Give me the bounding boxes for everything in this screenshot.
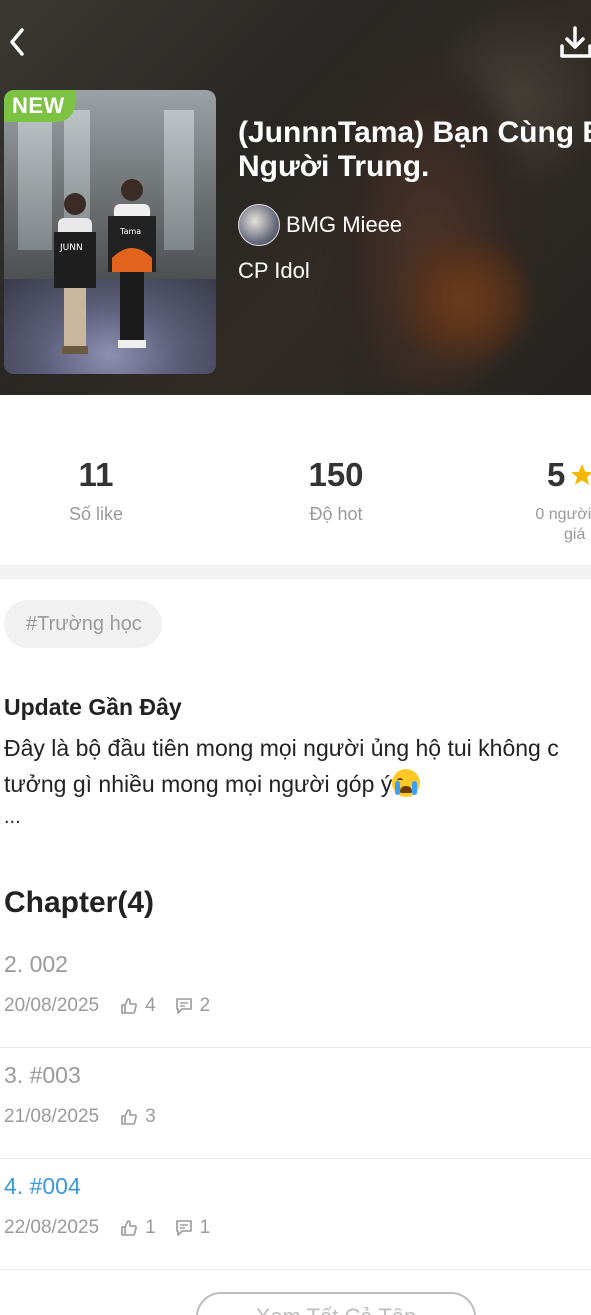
chapter-comments: 1	[199, 1217, 211, 1238]
story-title: (JunnnTama) Bạn Cùng B Người Trung.	[238, 116, 591, 183]
likes-label: Số like	[68, 504, 124, 524]
avatar[interactable]	[238, 204, 280, 246]
svg-text:JUNN: JUNN	[59, 243, 83, 253]
chapter-title: 2. 002	[4, 951, 68, 977]
comment-icon	[175, 998, 192, 1014]
svg-text:Tama: Tama	[119, 227, 141, 236]
stat-likes: 11 Số like	[46, 455, 146, 525]
back-button[interactable]	[4, 24, 32, 60]
chapter-date: 21/08/2025	[4, 1106, 100, 1127]
stat-rating[interactable]: 5 0 người đ giá	[520, 455, 591, 545]
tag-chip[interactable]: #Trường học	[4, 600, 162, 648]
thumbs-up-icon	[121, 998, 138, 1014]
chapter-title: 4. #004	[4, 1173, 81, 1199]
update-text: Đây là bộ đầu tiên mong mọi người ủng hộ…	[4, 735, 559, 797]
chapter-date: 22/08/2025	[4, 1217, 100, 1238]
download-button[interactable]	[558, 22, 591, 62]
chapter-likes: 3	[145, 1106, 156, 1127]
star-icon	[571, 464, 591, 485]
hot-count: 150	[308, 456, 364, 493]
rating-label-line1: 0 người đ	[535, 506, 591, 523]
chapter-comments: 2	[199, 995, 211, 1016]
row-divider	[0, 1269, 591, 1270]
download-icon	[560, 26, 591, 58]
section-divider	[0, 565, 591, 579]
thumbs-up-icon	[121, 1220, 138, 1236]
rating-value: 5	[547, 456, 566, 493]
cover-image[interactable]: JUNN Tama	[4, 90, 216, 374]
chapter-item-current[interactable]: 4. #004 22/08/2025 1 1	[0, 1159, 591, 1270]
comment-icon	[175, 1220, 192, 1236]
chapter-item[interactable]: 3. #003 21/08/2025 3	[0, 1048, 591, 1159]
chapter-title: 3. #003	[4, 1062, 81, 1088]
category-label[interactable]: CP Idol	[238, 258, 310, 284]
stat-hot: 150 Độ hot	[286, 455, 386, 525]
chevron-left-icon	[10, 28, 24, 56]
author-row[interactable]: BMG Mieee	[238, 204, 402, 246]
author-name[interactable]: BMG Mieee	[286, 212, 402, 238]
likes-count: 11	[78, 456, 114, 493]
hot-label: Độ hot	[309, 504, 363, 524]
stats-bar: 11 Số like 150 Độ hot 5 0 người đ giá	[0, 395, 591, 565]
new-badge: NEW	[4, 90, 75, 122]
chapter-likes: 4	[145, 995, 156, 1016]
chapter-likes: 1	[145, 1217, 156, 1238]
thumbs-up-icon	[121, 1109, 138, 1125]
update-more[interactable]: ...	[4, 806, 21, 829]
chapter-heading: Chapter(4)	[4, 886, 155, 919]
update-title: Update Gần Đây	[4, 694, 182, 720]
crying-emoji-icon	[392, 769, 421, 797]
rating-label-line2: giá	[564, 526, 586, 543]
chapter-item[interactable]: 2. 002 20/08/2025 4 2	[0, 937, 591, 1048]
chapter-date: 20/08/2025	[4, 995, 100, 1016]
view-all-chapters-button[interactable]: Xem Tất Cả Tập	[196, 1292, 476, 1315]
